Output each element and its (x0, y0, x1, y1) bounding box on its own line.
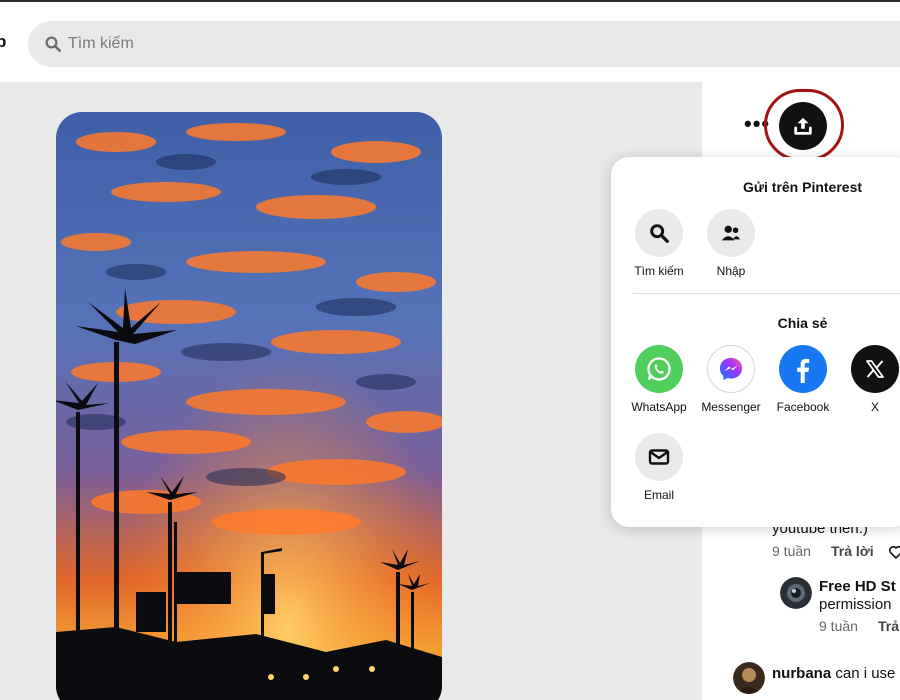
comment-author[interactable]: nurbana (772, 665, 831, 682)
comment-author[interactable]: Free HD St (819, 578, 896, 595)
option-label: Facebook (776, 400, 830, 414)
comment: nurbana can i use (772, 665, 895, 682)
comment-age: 9 tuần (819, 618, 858, 634)
search-icon (650, 224, 669, 243)
email-icon (648, 449, 670, 465)
option-label: Messenger (701, 400, 761, 414)
messenger-icon (719, 357, 743, 381)
comment-age: 9 tuần (772, 543, 811, 559)
send-option-import[interactable]: Nhập (695, 209, 767, 278)
share-popover: Gửi trên Pinterest Tìm kiếm Nhập Chia sẻ… (611, 157, 900, 527)
heart-icon[interactable] (888, 544, 900, 560)
facebook-icon (797, 358, 810, 383)
share-option-facebook[interactable]: Facebook (767, 345, 839, 414)
x-icon (866, 360, 884, 378)
avatar[interactable] (780, 577, 812, 609)
option-label: Nhập (716, 264, 746, 278)
share-option-whatsapp[interactable]: WhatsApp (623, 345, 695, 414)
search-input[interactable] (68, 21, 668, 67)
option-label: Tìm kiếm (634, 264, 684, 278)
comment-text: permission (819, 596, 892, 613)
share-option-email[interactable]: Email (623, 433, 695, 502)
comment-text: can i use (835, 665, 896, 682)
highlight-annotation (764, 89, 844, 161)
share-section-title: Chia sẻ (777, 315, 828, 331)
whatsapp-icon (647, 357, 671, 381)
search-icon (45, 36, 62, 53)
search-bar[interactable] (28, 21, 900, 67)
share-option-messenger[interactable]: Messenger (695, 345, 767, 414)
send-option-search[interactable]: Tìm kiếm (623, 209, 695, 278)
top-header: p (0, 4, 900, 82)
option-label: Email (643, 488, 674, 502)
option-label: X (870, 400, 879, 414)
avatar[interactable] (733, 662, 765, 694)
reply-button[interactable]: Trả (878, 618, 899, 634)
pin-image[interactable] (56, 112, 442, 700)
nav-link-fragment[interactable]: p (0, 32, 6, 52)
send-section-title: Gửi trên Pinterest (742, 179, 863, 195)
people-icon (721, 225, 741, 241)
option-label: WhatsApp (631, 400, 687, 414)
sunset-photo (56, 112, 442, 700)
browser-viewport: p (0, 0, 900, 700)
reply-button[interactable]: Trả lời (831, 543, 874, 559)
section-divider (633, 293, 900, 294)
share-option-x[interactable]: X (839, 345, 900, 414)
